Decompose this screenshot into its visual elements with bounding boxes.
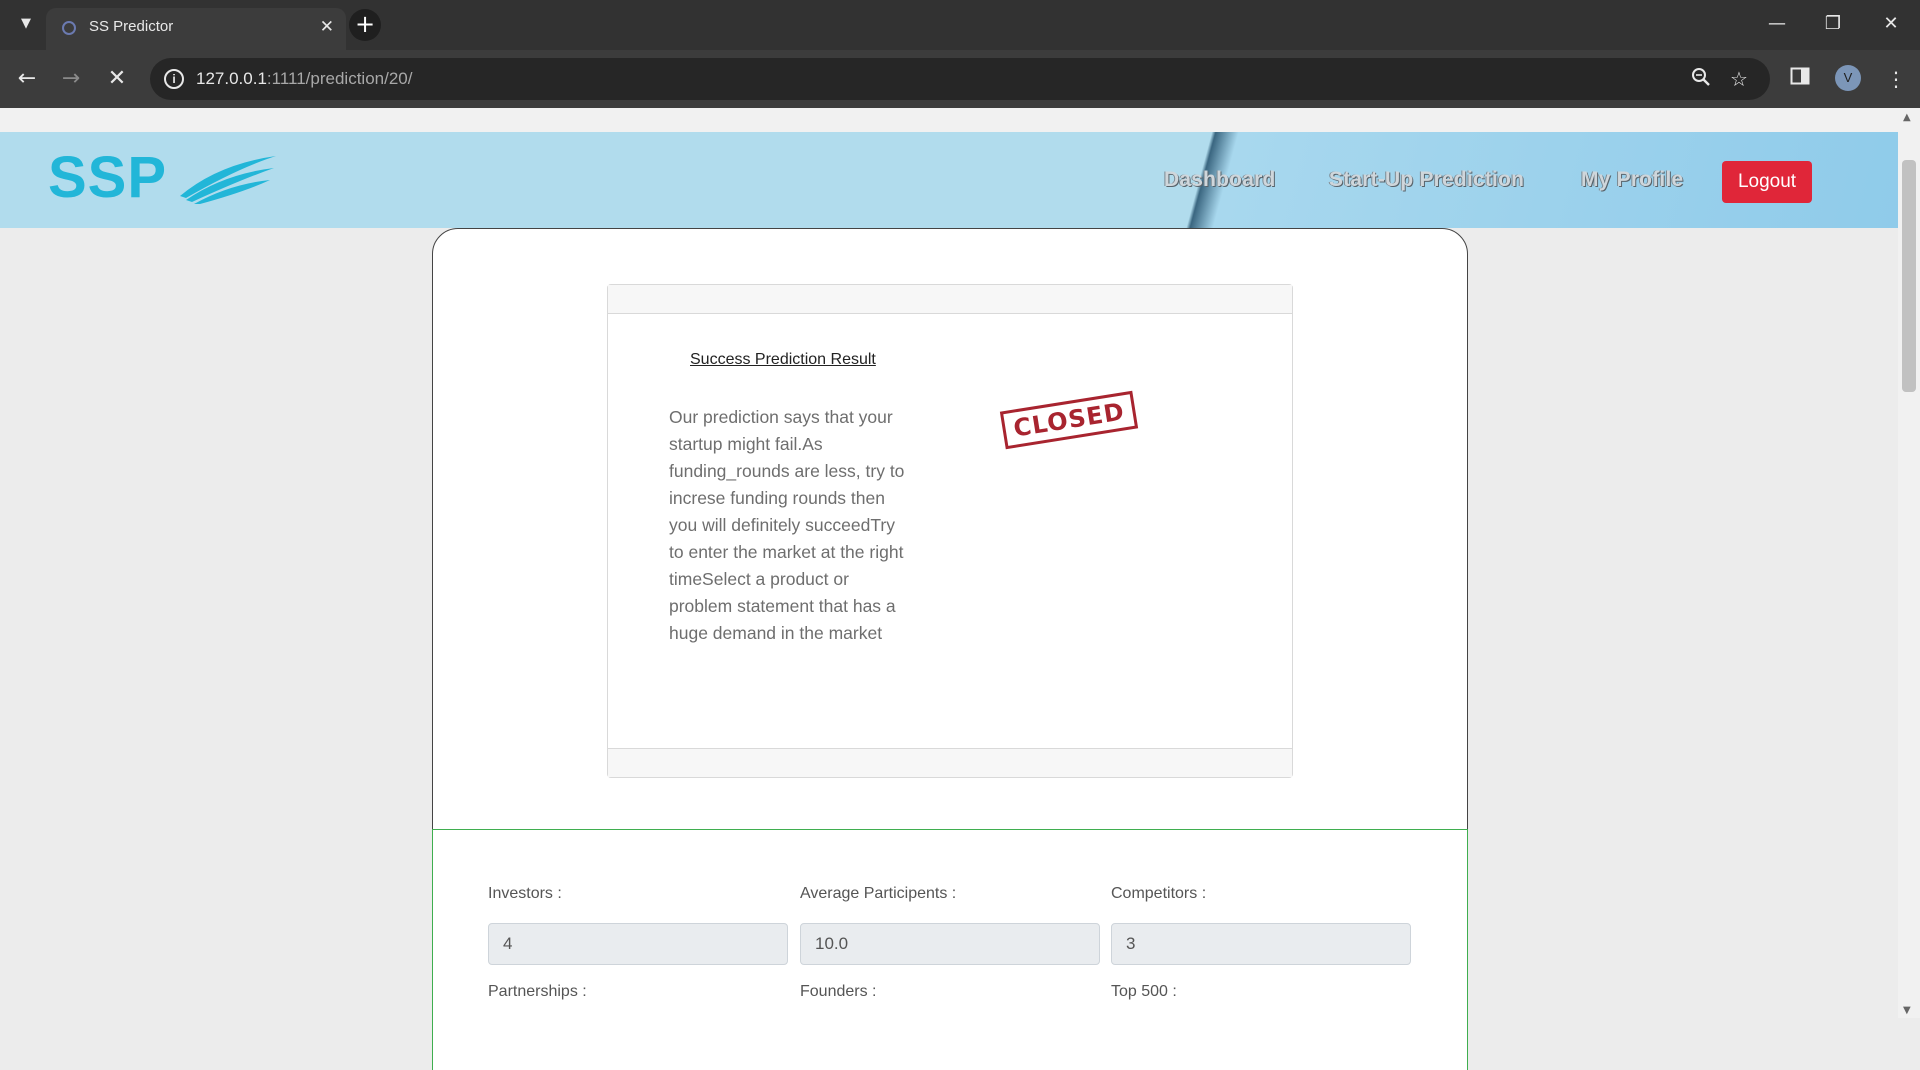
top-500-label: Top 500 : (1111, 983, 1177, 1000)
restore-icon[interactable]: ❐ (1818, 12, 1848, 36)
url-path: :1111/prediction/20/ (266, 69, 413, 88)
prediction-panel: Success Prediction Result Our prediction… (432, 228, 1468, 1070)
founders-label: Founders : (800, 983, 877, 1000)
nav-my-profile[interactable]: My Profile (1581, 168, 1683, 192)
investors-field[interactable]: 4 (488, 923, 788, 965)
browser-toolbar: ← → ✕ i 127.0.0.1:1111/prediction/20/ ☆ … (0, 50, 1920, 108)
back-icon[interactable]: ← (12, 64, 42, 94)
close-window-icon[interactable]: ✕ (1876, 12, 1906, 36)
investors-label: Investors : (488, 885, 562, 902)
forward-icon[interactable]: → (56, 64, 86, 94)
browser-tab[interactable]: SS Predictor ✕ (46, 8, 346, 50)
address-bar[interactable]: i 127.0.0.1:1111/prediction/20/ ☆ (150, 58, 1770, 100)
side-panel-icon[interactable] (1790, 64, 1810, 94)
result-card-header (608, 285, 1292, 314)
result-card-footer (608, 748, 1292, 777)
profile-avatar[interactable]: V (1835, 65, 1861, 91)
site-header: SSP Dashboard Start-Up Prediction My Pro… (0, 132, 1898, 228)
competitors-field[interactable]: 3 (1111, 923, 1411, 965)
tab-search-dropdown-icon[interactable]: ▼ (14, 12, 38, 36)
closed-stamp: CLOSED (999, 390, 1139, 450)
logo-wing-icon (180, 156, 276, 204)
page-scrollbar[interactable]: ▲ ▼ (1898, 108, 1920, 1018)
result-title: Success Prediction Result (690, 351, 876, 368)
nav-dashboard[interactable]: Dashboard (1164, 168, 1276, 192)
competitors-label: Competitors : (1111, 885, 1207, 902)
url-text[interactable]: 127.0.0.1:1111/prediction/20/ (196, 69, 412, 89)
page-top-strip (0, 108, 1920, 132)
logout-button[interactable]: Logout (1722, 161, 1812, 203)
scroll-down-icon[interactable]: ▼ (1903, 1005, 1911, 1016)
zoom-icon[interactable] (1690, 66, 1712, 94)
startup-details-section: Investors : 4 Average Participents : 10.… (432, 829, 1468, 1070)
browser-tab-bar: ▼ SS Predictor ✕ + — ❐ ✕ (0, 0, 1920, 50)
menu-kebab-icon[interactable]: ⋮ (1886, 64, 1906, 94)
minimize-icon[interactable]: — (1762, 12, 1792, 36)
tab-title: SS Predictor (89, 18, 174, 35)
partnerships-label: Partnerships : (488, 983, 587, 1000)
url-host: 127.0.0.1 (196, 69, 267, 88)
result-message: Our prediction says that your startup mi… (669, 407, 905, 643)
bookmark-star-icon[interactable]: ☆ (1730, 66, 1748, 92)
average-participents-label: Average Participents : (800, 885, 957, 902)
logo-text[interactable]: SSP (48, 144, 167, 211)
average-participents-field[interactable]: 10.0 (800, 923, 1100, 965)
tab-favicon-icon (62, 21, 76, 35)
scrollbar-thumb[interactable] (1902, 160, 1916, 392)
scroll-up-icon[interactable]: ▲ (1903, 112, 1911, 123)
site-info-icon[interactable]: i (164, 69, 184, 89)
new-tab-button[interactable]: + (349, 9, 381, 41)
result-card: Success Prediction Result Our prediction… (607, 284, 1293, 778)
tab-close-icon[interactable]: ✕ (320, 17, 334, 37)
stop-loading-icon[interactable]: ✕ (102, 64, 132, 94)
nav-startup-prediction[interactable]: Start-Up Prediction (1329, 168, 1524, 192)
